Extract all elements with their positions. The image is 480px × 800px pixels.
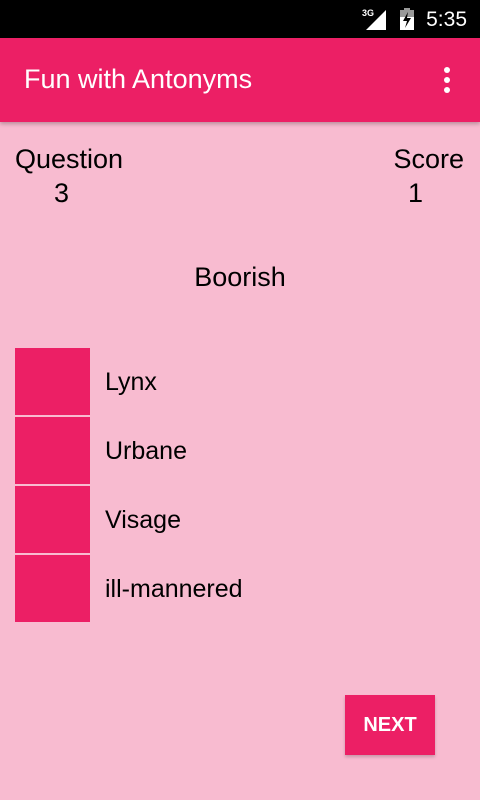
answer-option-3[interactable]: Visage — [15, 486, 455, 553]
battery-charging-icon — [400, 8, 414, 30]
app-bar: Fun with Antonyms — [0, 38, 480, 122]
overflow-menu-icon[interactable] — [430, 60, 464, 100]
answer-option-box[interactable] — [15, 348, 90, 415]
answer-option-label: Lynx — [105, 368, 157, 396]
answer-option-label: Visage — [105, 506, 181, 534]
quiz-word: Boorish — [194, 262, 286, 292]
answer-option-box[interactable] — [15, 417, 90, 484]
answer-option-box[interactable] — [15, 555, 90, 622]
answer-option-2[interactable]: Urbane — [15, 417, 455, 484]
answer-option-4[interactable]: ill-mannered — [15, 555, 455, 622]
question-number: 3 — [54, 178, 70, 208]
answer-option-1[interactable]: Lynx — [15, 348, 455, 415]
score-label: Score — [393, 144, 464, 174]
signal-icon — [366, 10, 386, 30]
answer-option-box[interactable] — [15, 486, 90, 553]
status-bar: 3G 5:35 — [0, 0, 480, 38]
answer-option-label: Urbane — [105, 437, 187, 465]
next-button[interactable]: NEXT — [345, 695, 435, 755]
answer-option-label: ill-mannered — [105, 575, 243, 603]
app-title: Fun with Antonyms — [24, 64, 253, 94]
status-time: 5:35 — [426, 8, 467, 31]
score-value: 1 — [408, 178, 424, 208]
question-label: Question — [15, 144, 124, 174]
